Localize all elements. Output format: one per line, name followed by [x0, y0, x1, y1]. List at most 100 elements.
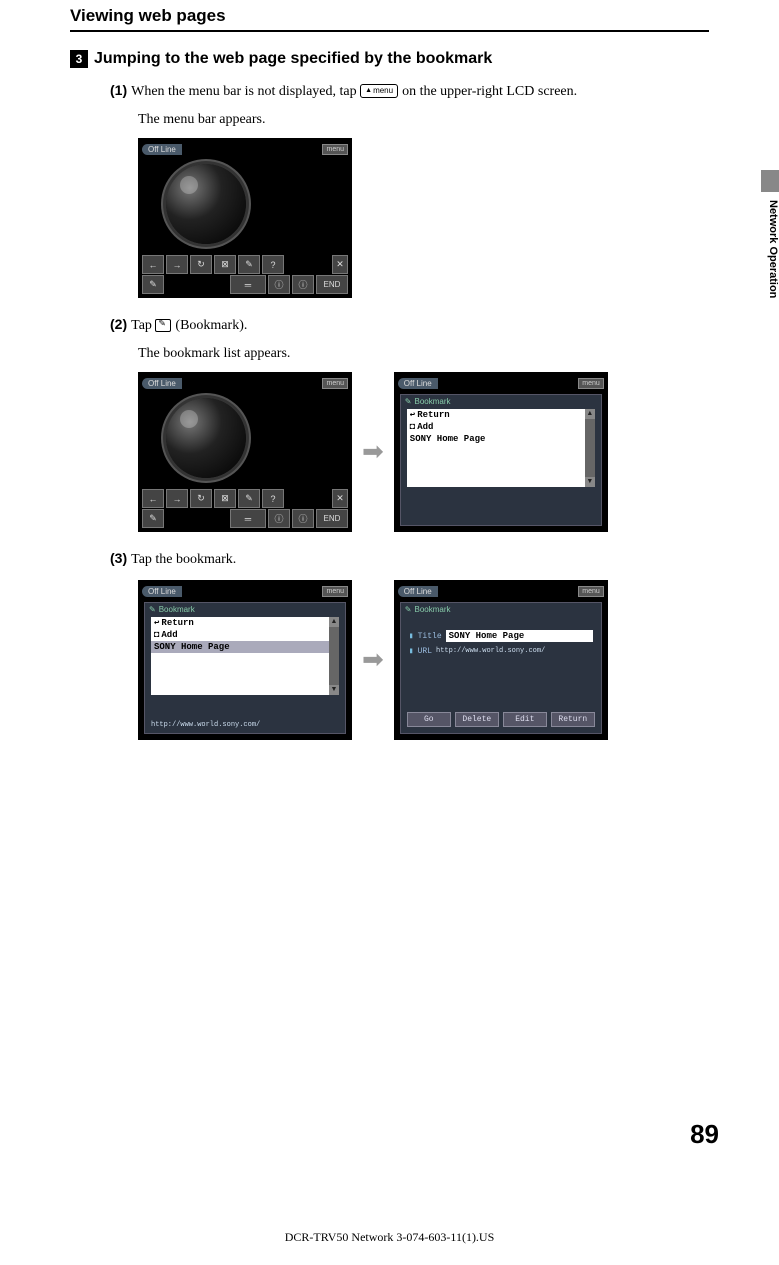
bookmark-scrollbar-2[interactable]: ▲ ▼ — [329, 617, 339, 695]
bookmark-pencil-icon-3: ✎ — [405, 605, 412, 614]
tb-stop-2[interactable]: ⊠ — [214, 489, 236, 508]
section-heading-text: Jumping to the web page specified by the… — [94, 50, 492, 68]
tb-url[interactable]: ═ — [230, 275, 266, 294]
tb-stop[interactable]: ⊠ — [214, 255, 236, 274]
menu-button-4[interactable]: menu — [322, 586, 348, 597]
tb-info-2b[interactable]: ⓘ — [292, 509, 314, 528]
menu-button[interactable]: menu — [322, 144, 348, 155]
bookmark-item-sony-selected[interactable]: SONY Home Page — [151, 641, 329, 653]
bookmark-scrollbar[interactable]: ▲ ▼ — [585, 409, 595, 487]
step-3: (3) Tap the bookmark. — [110, 550, 709, 568]
tb-bookmark-icon[interactable]: ✎ — [238, 255, 260, 274]
bookmark-title: ✎ Bookmark — [401, 395, 601, 408]
step-3-screenshot-row: Off Line menu ✎ Bookmark ↩Return ◘Add SO… — [138, 580, 709, 740]
bookmark-item-add[interactable]: ◘Add — [407, 421, 585, 433]
tb-help-2[interactable]: ? — [262, 489, 284, 508]
tb-fwd[interactable]: → — [166, 255, 188, 274]
bookmark-icon — [155, 319, 171, 332]
scroll-up-icon[interactable]: ▲ — [585, 409, 595, 419]
tb-bookmark-2[interactable]: ✎ — [238, 489, 260, 508]
step-2-text-b: (Bookmark). — [175, 318, 247, 333]
screenshot-menubar: Off Line menu ← → ↻ ⊠ ✎ ? ✕ ✎ ═ ⓘ ⓘ END — [138, 138, 352, 298]
bookmark-title-text: Bookmark — [415, 397, 451, 406]
tb-bookmark2[interactable]: ✎ — [142, 275, 164, 294]
screenshot-bookmark-list: Off Line menu ✎ Bookmark ↩Return ◘Add SO… — [394, 372, 608, 532]
section-number-box: 3 — [70, 50, 88, 68]
bookmark-title-text-3: Bookmark — [415, 605, 451, 614]
scroll-down-icon-2[interactable]: ▼ — [329, 685, 339, 695]
bookmark-title-2: ✎ Bookmark — [145, 603, 345, 616]
tb-bookmark2-2[interactable]: ✎ — [142, 509, 164, 528]
section-heading: 3 Jumping to the web page specified by t… — [70, 50, 709, 68]
bookmark-pencil-icon: ✎ — [405, 397, 412, 406]
page-title: Viewing web pages — [70, 0, 709, 30]
tb-help[interactable]: ? — [262, 255, 284, 274]
url-field[interactable]: http://www.world.sony.com/ — [436, 647, 545, 655]
step-1-text-a: When the menu bar is not displayed, tap — [131, 84, 360, 99]
screenshot-browser-2: Off Line menu ← → ↻ ⊠ ✎ ? ✕ ✎ ═ ⓘ ⓘ END — [138, 372, 352, 532]
screenshot-bookmark-selected: Off Line menu ✎ Bookmark ↩Return ◘Add SO… — [138, 580, 352, 740]
arrow-icon-2: ➡ — [362, 645, 384, 675]
bookmark-list-2: ↩Return ◘Add SONY Home Page — [151, 617, 329, 695]
step-1-screenshot-row: Off Line menu ← → ↻ ⊠ ✎ ? ✕ ✎ ═ ⓘ ⓘ END — [138, 138, 709, 298]
step-3-label: (3) — [110, 550, 127, 566]
page-number: 89 — [690, 1119, 719, 1150]
bookmark-item-return[interactable]: ↩Return — [407, 409, 585, 421]
menu-button-5[interactable]: menu — [578, 586, 604, 597]
tb-end[interactable]: END — [316, 275, 348, 294]
step-1-label: (1) — [110, 82, 127, 98]
bookmark-url-preview: http://www.world.sony.com/ — [151, 721, 339, 729]
url-field-row: ▮ URL http://www.world.sony.com/ — [401, 644, 601, 658]
camera-lens-image-2 — [166, 398, 246, 478]
step-2-label: (2) — [110, 316, 127, 332]
camera-lens-image — [166, 164, 246, 244]
menu-button-3[interactable]: menu — [578, 378, 604, 389]
return-button[interactable]: Return — [551, 712, 595, 727]
step-1-text-b: on the upper-right LCD screen. — [402, 84, 577, 99]
tb-info-2a[interactable]: ⓘ — [268, 509, 290, 528]
offline-badge-3: Off Line — [398, 378, 438, 389]
bookmark-list: ↩Return ◘Add SONY Home Page — [407, 409, 585, 487]
bookmark-pencil-icon-2: ✎ — [149, 605, 156, 614]
bookmark-item-add-2[interactable]: ◘Add — [151, 629, 329, 641]
delete-button[interactable]: Delete — [455, 712, 499, 727]
title-field[interactable]: SONY Home Page — [446, 630, 593, 642]
menu-button-2[interactable]: menu — [322, 378, 348, 389]
tb-reload-2[interactable]: ↻ — [190, 489, 212, 508]
offline-badge: Off Line — [142, 144, 182, 155]
bookmark-title-3: ✎ Bookmark — [401, 603, 601, 616]
detail-button-row: Go Delete Edit Return — [407, 712, 595, 727]
title-field-row: ▮ Title SONY Home Page — [401, 628, 601, 644]
arrow-icon: ➡ — [362, 437, 384, 467]
tb-close[interactable]: ✕ — [332, 255, 348, 274]
footer: DCR-TRV50 Network 3-074-603-11(1).US — [0, 1230, 779, 1245]
offline-badge-2: Off Line — [142, 378, 182, 389]
screenshot-bookmark-detail: Off Line menu ✎ Bookmark ▮ Title SONY Ho… — [394, 580, 608, 740]
title-label: Title — [418, 632, 442, 641]
step-2-screenshot-row: Off Line menu ← → ↻ ⊠ ✎ ? ✕ ✎ ═ ⓘ ⓘ END — [138, 372, 709, 532]
tb-reload[interactable]: ↻ — [190, 255, 212, 274]
tb-info2[interactable]: ⓘ — [292, 275, 314, 294]
tb-close-2[interactable]: ✕ — [332, 489, 348, 508]
step-1: (1) When the menu bar is not displayed, … — [110, 82, 709, 100]
tb-back[interactable]: ← — [142, 255, 164, 274]
scroll-down-icon[interactable]: ▼ — [585, 477, 595, 487]
tb-fwd-2[interactable]: → — [166, 489, 188, 508]
tb-info[interactable]: ⓘ — [268, 275, 290, 294]
url-label: URL — [418, 647, 432, 656]
step-2-text-c: The bookmark list appears. — [138, 346, 709, 362]
tb-url-2[interactable]: ═ — [230, 509, 266, 528]
bookmark-panel: ✎ Bookmark ↩Return ◘Add SONY Home Page ▲… — [400, 394, 602, 526]
tb-back-2[interactable]: ← — [142, 489, 164, 508]
bookmark-item-sony[interactable]: SONY Home Page — [407, 433, 585, 445]
step-2: (2) Tap (Bookmark). — [110, 316, 709, 334]
step-1-text-c: The menu bar appears. — [138, 112, 709, 128]
offline-badge-5: Off Line — [398, 586, 438, 597]
go-button[interactable]: Go — [407, 712, 451, 727]
tb-end-2[interactable]: END — [316, 509, 348, 528]
bookmark-detail-panel: ✎ Bookmark ▮ Title SONY Home Page ▮ URL … — [400, 602, 602, 734]
bookmark-item-return-2[interactable]: ↩Return — [151, 617, 329, 629]
scroll-up-icon-2[interactable]: ▲ — [329, 617, 339, 627]
edit-button[interactable]: Edit — [503, 712, 547, 727]
bookmark-panel-2: ✎ Bookmark ↩Return ◘Add SONY Home Page ▲… — [144, 602, 346, 734]
